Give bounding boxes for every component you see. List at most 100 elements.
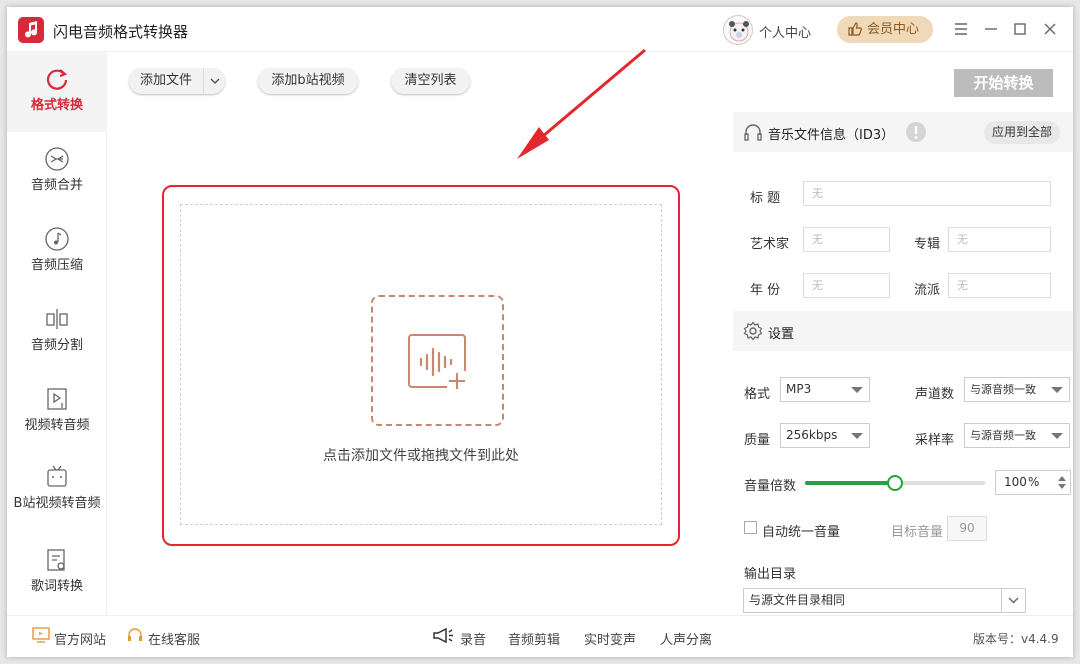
samplerate-value: 与源音频一致 [970, 429, 1036, 442]
maximize-icon[interactable] [1010, 19, 1030, 39]
official-site-label: 官方网站 [54, 633, 107, 648]
apply-to-all-button[interactable]: 应用到全部 [984, 121, 1060, 144]
monitor-icon [32, 627, 50, 643]
audio-edit-link[interactable]: 音频剪辑 [508, 629, 560, 648]
vip-center-label: 会员中心 [867, 22, 920, 37]
app-logo-icon [18, 17, 44, 43]
title-field[interactable]: 无 [803, 181, 1051, 206]
target-volume-input[interactable]: 90 [947, 516, 987, 541]
drop-zone-hint: 点击添加文件或拖拽文件到此处 [323, 448, 519, 464]
record-link[interactable]: 录音 [433, 627, 487, 648]
channels-value: 与源音频一致 [970, 383, 1036, 396]
clear-list-button[interactable]: 清空列表 [391, 68, 470, 94]
output-dir-value: 与源文件目录相同 [749, 593, 846, 607]
sidebar: 格式转换 音频合并 音频压缩 音频分割 视频转音频 B站视频转音频 歌词转换 [7, 52, 107, 615]
vocal-separation-link[interactable]: 人声分离 [660, 629, 712, 648]
chevron-down-icon [851, 433, 863, 439]
output-dir-label: 输出目录 [744, 567, 797, 582]
bilibili-icon [47, 465, 67, 487]
title-bar: 闪电音频格式转换器 个人中心 会员中心 [7, 7, 1073, 52]
quality-select[interactable]: 256kbps [780, 423, 870, 448]
sidebar-item-format-convert[interactable]: 格式转换 [7, 52, 107, 132]
sidebar-item-video-to-audio[interactable]: 视频转音频 [7, 386, 107, 456]
split-icon [46, 309, 68, 329]
sidebar-item-label: 音频合并 [30, 178, 83, 193]
format-select[interactable]: MP3 [780, 377, 870, 402]
drop-zone-inner: 点击添加文件或拖拽文件到此处 [180, 204, 662, 525]
lyrics-icon [47, 549, 65, 571]
sidebar-item-lyrics-convert[interactable]: 歌词转换 [7, 547, 107, 615]
sidebar-item-bilibili-to-audio[interactable]: B站视频转音频 [7, 464, 107, 544]
music-note-icon [45, 227, 69, 251]
chevron-down-icon [210, 78, 220, 84]
year-field[interactable]: 无 [803, 273, 890, 298]
add-file-button[interactable]: 添加文件 [129, 68, 225, 94]
id3-section-header: 音乐文件信息（ID3） 应用到全部 [733, 112, 1073, 152]
sidebar-item-label: 音频分割 [30, 338, 83, 353]
target-volume-label: 目标音量 [891, 525, 944, 540]
add-file-dropdown[interactable] [203, 68, 225, 94]
online-service-link[interactable]: 在线客服 [128, 628, 201, 648]
online-service-label: 在线客服 [148, 633, 201, 648]
genre-label: 流派 [914, 283, 941, 298]
start-convert-button[interactable]: 开始转换 [954, 69, 1053, 97]
album-label: 专辑 [914, 237, 941, 252]
chevron-down-icon [1051, 387, 1063, 393]
artist-field[interactable]: 无 [803, 227, 890, 252]
file-drop-zone[interactable]: 点击添加文件或拖拽文件到此处 [162, 185, 680, 546]
sidebar-item-label: 歌词转换 [30, 579, 83, 594]
chevron-down-icon [851, 387, 863, 393]
volume-slider[interactable] [805, 475, 985, 491]
official-site-link[interactable]: 官方网站 [32, 627, 107, 648]
sidebar-item-audio-split[interactable]: 音频分割 [7, 306, 107, 376]
volume-value: 100 [1004, 475, 1027, 489]
user-center-link[interactable]: 个人中心 [759, 22, 811, 41]
title-label: 标 题 [750, 191, 781, 206]
stepper-icon[interactable] [1057, 474, 1067, 491]
volume-unit: % [1028, 475, 1040, 489]
add-audio-icon [408, 334, 469, 391]
close-icon[interactable] [1040, 19, 1060, 39]
refresh-icon [46, 69, 68, 90]
add-audio-box[interactable] [371, 295, 504, 426]
sidebar-item-label: 视频转音频 [24, 418, 90, 433]
video-audio-icon [47, 388, 67, 410]
quality-value: 256kbps [786, 428, 838, 442]
minimize-icon[interactable] [981, 19, 1001, 39]
user-avatar-icon[interactable] [723, 15, 753, 45]
artist-label: 艺术家 [750, 237, 790, 252]
auto-volume-checkbox[interactable] [744, 521, 757, 534]
format-label: 格式 [744, 387, 771, 402]
volume-input[interactable]: 100 % [995, 470, 1071, 495]
output-dir-select[interactable]: 与源文件目录相同 [743, 588, 1026, 613]
volume-label: 音量倍数 [744, 479, 797, 494]
menu-icon[interactable] [951, 19, 971, 39]
genre-field[interactable]: 无 [948, 273, 1051, 298]
sidebar-item-audio-merge[interactable]: 音频合并 [7, 146, 107, 216]
realtime-voice-link[interactable]: 实时变声 [584, 629, 636, 648]
id3-section-title: 音乐文件信息（ID3） [768, 128, 895, 143]
settings-section-title: 设置 [768, 327, 795, 342]
volume-slider-fill [805, 481, 895, 485]
album-field[interactable]: 无 [948, 227, 1051, 252]
samplerate-label: 采样率 [915, 433, 955, 448]
auto-volume-label: 自动统一音量 [762, 525, 841, 540]
chevron-down-icon [1051, 433, 1063, 439]
volume-slider-handle[interactable] [887, 475, 903, 491]
samplerate-select[interactable]: 与源音频一致 [964, 423, 1070, 448]
sidebar-item-audio-compress[interactable]: 音频压缩 [7, 226, 107, 296]
info-icon[interactable] [905, 121, 927, 143]
megaphone-icon [433, 627, 453, 644]
channels-label: 声道数 [915, 387, 955, 402]
footer-bar: 官方网站 在线客服 录音 音频剪辑 实时变声 人声分离 版本号：v4.4.9 [7, 615, 1073, 657]
settings-section-header: 设置 [733, 311, 1073, 351]
channels-select[interactable]: 与源音频一致 [964, 377, 1070, 402]
output-dir-dropdown[interactable] [1001, 588, 1026, 613]
vip-center-button[interactable]: 会员中心 [837, 16, 933, 43]
app-window: 闪电音频格式转换器 个人中心 会员中心 格式转换 音频合并 音频压缩 音频分割 … [7, 7, 1073, 657]
quality-label: 质量 [744, 433, 771, 448]
add-bilibili-video-button[interactable]: 添加b站视频 [258, 68, 358, 94]
year-label: 年 份 [750, 283, 781, 298]
record-label: 录音 [460, 633, 487, 648]
version-label: 版本号：v4.4.9 [973, 632, 1059, 646]
